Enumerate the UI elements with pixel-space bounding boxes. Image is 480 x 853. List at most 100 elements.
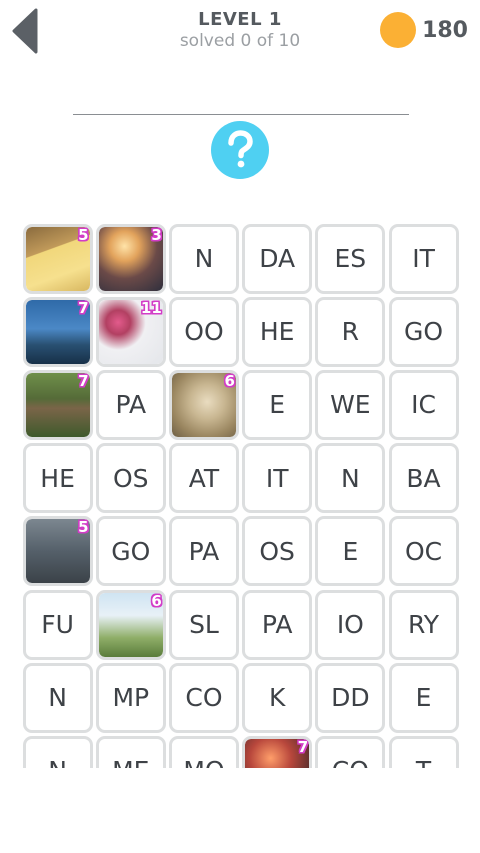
coin-balance[interactable]: 180	[380, 12, 468, 48]
letter-tile-text: DA	[259, 244, 296, 274]
letter-tile[interactable]: DD	[315, 662, 386, 733]
letter-tile-text: BA	[406, 463, 441, 493]
letter-count-badge: 7	[78, 298, 89, 317]
letter-tile[interactable]: ME	[95, 735, 166, 768]
letter-count-badge: 7	[78, 371, 89, 390]
letter-tile[interactable]: K	[242, 662, 313, 733]
letter-tile[interactable]: E	[315, 516, 386, 587]
letter-tile-text: WE	[330, 390, 371, 420]
letter-tile[interactable]: HE	[242, 296, 313, 367]
letter-tile[interactable]: PA	[95, 369, 166, 440]
letter-tile[interactable]: OC	[388, 516, 459, 587]
letter-tile[interactable]: IT	[242, 443, 313, 514]
letter-tile[interactable]: R	[315, 296, 386, 367]
letter-tile[interactable]: E	[242, 369, 313, 440]
letter-count-badge: 3	[151, 225, 162, 244]
letter-tile-text: PA	[261, 610, 293, 640]
letter-tile[interactable]: IT	[388, 223, 459, 294]
letter-tile-text: MP	[112, 683, 150, 713]
letter-tile[interactable]: CO	[315, 735, 386, 768]
image-tile[interactable]: 11	[95, 296, 166, 367]
letter-tile[interactable]: N	[315, 443, 386, 514]
image-tile[interactable]: 6	[168, 369, 239, 440]
letter-tile-text: OS	[259, 536, 295, 566]
letter-count-badge: 6	[151, 591, 162, 610]
image-tile[interactable]: 5	[22, 223, 93, 294]
letter-tile[interactable]: MO	[168, 735, 239, 768]
letter-tile[interactable]: E	[388, 662, 459, 733]
letter-tile-text: HE	[259, 317, 295, 347]
letter-tile[interactable]: PA	[242, 589, 313, 660]
letter-tile-text: RY	[408, 610, 440, 640]
tile-grid: 5 3 N DA ES IT 7 11 OO HE R GO 7 PA 6 E WE IC HE OS AT IT N BA 5…	[21, 222, 460, 768]
letter-tile[interactable]: IO	[315, 589, 386, 660]
letter-tile-text: OC	[404, 536, 443, 566]
letter-count-badge: 6	[224, 371, 235, 390]
letter-tile-text: GO	[111, 536, 151, 566]
letter-tile-text: IC	[411, 390, 436, 420]
image-tile[interactable]: 6	[95, 589, 166, 660]
letter-tile[interactable]: WE	[315, 369, 386, 440]
letter-tile[interactable]: MP	[95, 662, 166, 733]
letter-tile-text: CO	[332, 756, 369, 768]
coin-icon	[380, 12, 417, 48]
image-tile[interactable]: 5	[22, 516, 93, 587]
letter-tile-text: E	[415, 683, 432, 713]
letter-tile-text: PA	[188, 536, 220, 566]
letter-tile[interactable]: CO	[168, 662, 239, 733]
letter-tile-text: K	[268, 683, 286, 713]
letter-tile[interactable]: FU	[22, 589, 93, 660]
letter-tile[interactable]: OS	[95, 443, 166, 514]
letter-tile[interactable]: AT	[168, 443, 239, 514]
letter-tile-text: IT	[265, 463, 289, 493]
letter-tile[interactable]: SL	[168, 589, 239, 660]
letter-count-badge: 11	[140, 298, 162, 317]
letter-tile[interactable]: N	[22, 735, 93, 768]
letter-tile[interactable]: DA	[242, 223, 313, 294]
letter-tile-text: MO	[183, 756, 224, 768]
letter-count-badge: 5	[78, 225, 89, 244]
letter-tile[interactable]: N	[168, 223, 239, 294]
letter-tile-text: AT	[188, 463, 220, 493]
image-tile[interactable]: 7	[22, 296, 93, 367]
image-tile[interactable]: 7	[242, 735, 313, 768]
letter-count-badge: 5	[78, 518, 89, 537]
letter-tile-text: CO	[185, 683, 223, 713]
letter-tile[interactable]: PA	[168, 516, 239, 587]
letter-tile[interactable]: T	[388, 735, 459, 768]
letter-tile-text: E	[269, 390, 286, 420]
letter-tile-text: IO	[336, 610, 364, 640]
letter-tile-text: FU	[41, 610, 74, 640]
tile-grid-viewport[interactable]: 5 3 N DA ES IT 7 11 OO HE R GO 7 PA 6 E WE IC HE OS AT IT N BA 5…	[0, 222, 480, 768]
letter-tile-text: PA	[115, 390, 147, 420]
letter-tile[interactable]: GO	[388, 296, 459, 367]
letter-tile-text: IT	[412, 244, 435, 274]
letter-tile-text: OO	[184, 317, 224, 347]
letter-tile-text: T	[416, 756, 431, 768]
letter-tile-text: N	[340, 463, 360, 493]
letter-tile-text: N	[194, 244, 214, 274]
coin-count: 180	[422, 17, 468, 43]
letter-tile-text: E	[342, 536, 359, 566]
image-tile[interactable]: 7	[22, 369, 93, 440]
letter-tile[interactable]: N	[22, 662, 93, 733]
letter-tile-text: HE	[40, 463, 75, 493]
letter-tile[interactable]: HE	[22, 443, 93, 514]
letter-tile[interactable]: OS	[242, 516, 313, 587]
letter-tile-text: N	[48, 683, 67, 713]
letter-tile-text: DD	[331, 683, 370, 713]
image-tile[interactable]: 3	[95, 223, 166, 294]
letter-tile-text: R	[341, 317, 360, 347]
letter-tile-text: ES	[334, 244, 367, 274]
hint-button[interactable]	[211, 121, 269, 179]
letter-tile-text: GO	[404, 317, 444, 347]
letter-tile[interactable]: ES	[315, 223, 386, 294]
letter-tile[interactable]: OO	[168, 296, 239, 367]
letter-tile[interactable]: RY	[388, 589, 459, 660]
letter-tile-text: OS	[113, 463, 149, 493]
letter-tile-text: SL	[189, 610, 219, 640]
letter-tile-text: N	[48, 756, 67, 768]
letter-tile[interactable]: BA	[388, 443, 459, 514]
letter-tile[interactable]: IC	[388, 369, 459, 440]
letter-tile[interactable]: GO	[95, 516, 166, 587]
